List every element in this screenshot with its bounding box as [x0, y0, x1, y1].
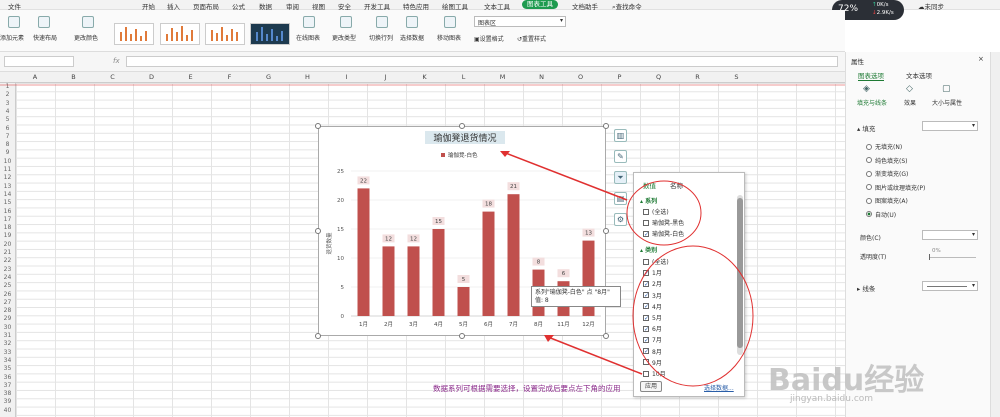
color-label: 颜色(C) — [860, 235, 881, 242]
fill-option[interactable]: 纯色填充(S) — [866, 156, 908, 165]
category-highlight-ellipse — [632, 245, 754, 387]
radio-button[interactable] — [866, 184, 872, 190]
instruction-annotation: 数据系列可根据需要选择，设置完成后要点左下角的应用 — [433, 384, 621, 393]
fill-option[interactable]: 渐变填充(G) — [866, 169, 908, 178]
fill-dropdown[interactable]: ▾ — [922, 121, 978, 131]
fill-option[interactable]: 图案填充(A) — [866, 196, 908, 205]
sub-tab-effects[interactable]: 效果 — [904, 98, 916, 107]
panel-title: 属性 — [851, 58, 864, 66]
chevron-down-icon: ▾ — [971, 122, 975, 129]
fill-option-label: 自动(U) — [875, 211, 897, 219]
fill-option-label: 图案填充(A) — [875, 198, 908, 205]
sub-tab-fill-line[interactable]: 填充与线条 — [857, 98, 887, 107]
arrow-to-axis — [547, 336, 643, 375]
radio-button[interactable] — [866, 143, 872, 150]
fill-option-label: 纯色填充(S) — [875, 157, 908, 165]
arrow-to-legend — [502, 151, 628, 201]
tab-text-options[interactable]: 文本选项 — [906, 70, 932, 80]
line-style-dropdown[interactable]: ▾ — [922, 281, 978, 291]
line-header[interactable]: ▸ 线条 — [857, 283, 875, 293]
sub-tab-size[interactable]: 大小与属性 — [932, 98, 962, 107]
fill-option-label: 无填充(N) — [875, 144, 903, 151]
radio-button[interactable] — [866, 157, 872, 163]
fill-option[interactable]: 图片或纹理填充(P) — [866, 183, 925, 192]
close-icon[interactable]: × — [978, 55, 984, 63]
baidu-watermark: Baidu经验 — [768, 363, 925, 398]
transparency-label: 透明度(T) — [860, 254, 887, 261]
radio-button[interactable] — [866, 170, 872, 177]
chevron-down-icon: ▾ — [971, 282, 975, 289]
baidu-watermark-url: jingyan.baidu.com — [790, 394, 874, 404]
fill-option-label: 渐变填充(G) — [875, 171, 909, 178]
tab-chart-options[interactable]: 图表选项 — [858, 70, 884, 81]
radio-button[interactable] — [866, 197, 872, 204]
fill-option-label: 图片或纹理填充(P) — [875, 184, 926, 192]
chevron-down-icon: ▾ — [971, 231, 975, 238]
size-icon: ▢ — [942, 84, 951, 94]
fill-option[interactable]: 无填充(N) — [866, 142, 902, 151]
color-picker[interactable]: ▾ — [922, 230, 978, 240]
right-toolstrip — [990, 52, 1000, 417]
effects-icon: ◇ — [906, 84, 913, 94]
fill-option[interactable]: 自动(U) — [866, 210, 896, 219]
radio-button[interactable] — [866, 211, 872, 217]
transparency-value: 0% — [932, 248, 941, 254]
fill-line-icon: ◈ — [863, 84, 870, 94]
transparency-slider[interactable] — [930, 257, 976, 258]
series-highlight-ellipse — [626, 180, 702, 246]
fill-header[interactable]: ▴ 填充 — [857, 123, 875, 133]
